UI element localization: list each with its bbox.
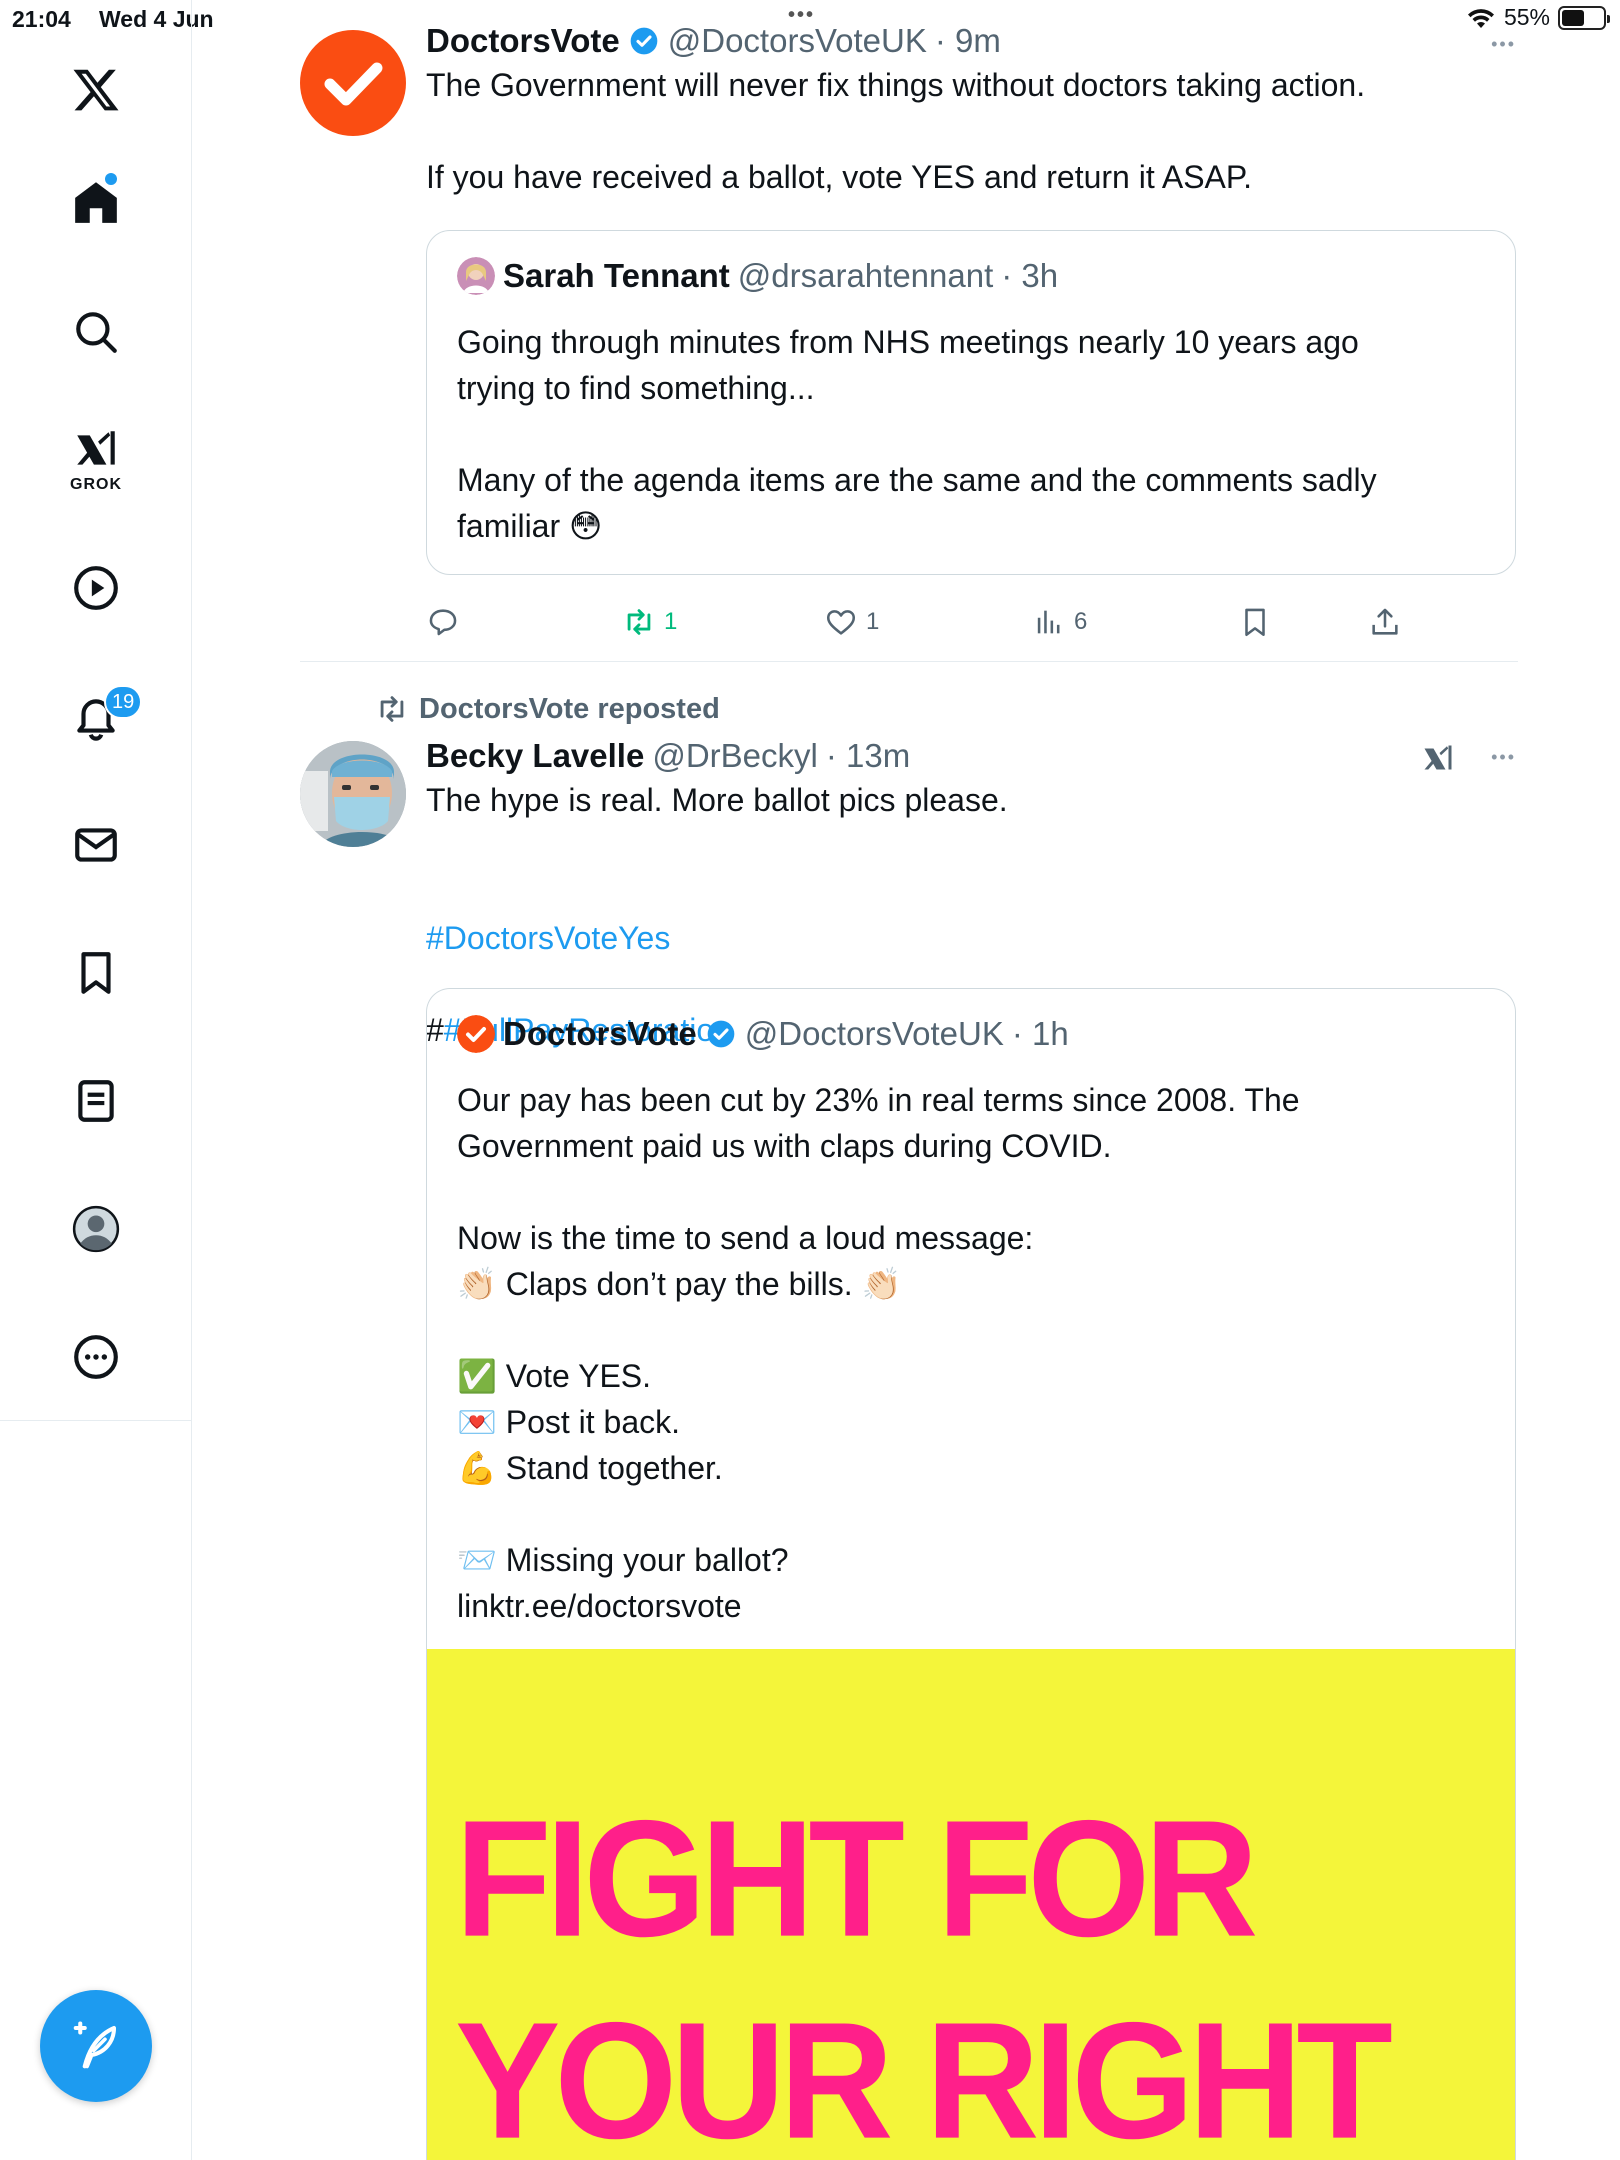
tweet-author-line: Becky Lavelle @DrBeckyl · 13m [426, 737, 1518, 775]
quote-author-handle[interactable]: @drsarahtennant [738, 257, 994, 295]
quote-text: Going through minutes from NHS meetings … [457, 324, 1377, 544]
compose-post-button[interactable] [40, 1990, 152, 2102]
like-button[interactable]: 1 [824, 605, 879, 639]
quote-text: Our pay has been cut by 23% in real term… [457, 1082, 1300, 1624]
author-handle[interactable]: @DoctorsVoteUK [668, 22, 927, 60]
repost-label: DoctorsVote reposted [419, 692, 720, 725]
notifications-badge: 19 [104, 685, 143, 719]
like-count: 1 [866, 608, 880, 635]
home-unread-dot [105, 173, 117, 185]
verified-badge-icon [707, 1020, 735, 1048]
author-handle[interactable]: @DrBeckyl [652, 737, 818, 775]
doctorsvote-avatar[interactable] [300, 30, 406, 136]
becky-lavelle-avatar[interactable] [300, 741, 406, 847]
x-logo-icon[interactable] [56, 50, 136, 130]
tweet-more-icon[interactable]: ••• [1491, 747, 1516, 768]
poster-line-1: FIGHT FOR [455, 1786, 1258, 1972]
quoted-tweet[interactable]: DoctorsVote @DoctorsVoteUK · 1h Our pay … [426, 988, 1516, 2160]
share-icon [1372, 608, 1398, 635]
hashtag-link[interactable]: #DoctorsVoteYes [426, 920, 670, 956]
quote-author-line: Sarah Tennant @drsarahtennant · 3h [457, 257, 1058, 295]
heart-icon [826, 610, 856, 635]
author-name[interactable]: DoctorsVote [426, 22, 620, 60]
quote-author-avatar[interactable] [457, 257, 495, 295]
quote-author-name[interactable]: DoctorsVote [503, 1015, 697, 1053]
repost-button[interactable]: 1 [622, 605, 677, 639]
bookmark-button[interactable] [1238, 605, 1272, 639]
quote-time[interactable]: · 1h [1012, 1015, 1069, 1053]
quote-author-handle[interactable]: @DoctorsVoteUK [745, 1015, 1004, 1053]
quoted-tweet[interactable]: Sarah Tennant @drsarahtennant · 3h Going… [426, 230, 1516, 575]
tweet-time[interactable]: · 9m [935, 22, 1001, 60]
profile-avatar-icon[interactable] [56, 1189, 136, 1269]
views-button[interactable]: 6 [1032, 605, 1087, 639]
repost-icon [627, 609, 651, 635]
quote-author-avatar[interactable] [457, 1015, 495, 1053]
battery-fill [1562, 9, 1584, 26]
sidebar: GROK 19 [0, 0, 192, 2160]
tweet-body: DoctorsVote @DoctorsVoteUK · 9m The Gove… [426, 22, 1518, 200]
tweet[interactable]: DoctorsVote @DoctorsVoteUK · 9m The Gove… [300, 20, 1518, 660]
tweet-more-icon[interactable]: ••• [1491, 34, 1516, 55]
person-in-mask-image [300, 741, 406, 847]
hashtag-line-1: #DoctorsVoteYes [426, 869, 1518, 961]
sidebar-divider [0, 1420, 192, 1421]
compose-feather-icon [73, 2021, 117, 2069]
views-chart-icon [1037, 610, 1060, 634]
tweet[interactable]: Becky Lavelle @DrBeckyl · 13m The hype i… [300, 735, 1518, 2160]
views-count: 6 [1074, 608, 1088, 635]
tweet-text: The Government will never fix things wit… [426, 67, 1366, 195]
more-options-icon[interactable] [56, 1317, 136, 1397]
quote-time[interactable]: · 3h [1001, 257, 1058, 295]
video-icon[interactable] [56, 548, 136, 628]
repost-count: 1 [664, 608, 678, 635]
author-name[interactable]: Becky Lavelle [426, 737, 644, 775]
bookmarks-icon[interactable] [56, 933, 136, 1013]
grok-explain-icon[interactable] [1420, 741, 1456, 782]
tweet-text: The hype is real. More ballot pics pleas… [426, 782, 1008, 818]
tweet-actions: 1 1 6 [426, 605, 1516, 655]
quote-image-poster[interactable]: FIGHT FOR YOUR RIGHT [427, 1649, 1515, 2160]
repost-indicator[interactable]: DoctorsVote reposted [375, 692, 720, 726]
battery-icon [1558, 5, 1610, 30]
verified-badge-icon [630, 27, 658, 55]
quote-author-line: DoctorsVote @DoctorsVoteUK · 1h [457, 1015, 1069, 1053]
poster-line-2: YOUR RIGHT [455, 1988, 1393, 2160]
checkmark-icon [324, 62, 383, 106]
tweet-divider [300, 661, 1518, 662]
repost-small-icon [380, 696, 404, 722]
quote-author-name[interactable]: Sarah Tennant [503, 257, 730, 295]
tweet-author-line: DoctorsVote @DoctorsVoteUK · 9m [426, 22, 1518, 60]
grok-label: GROK [70, 476, 122, 493]
tweet-time[interactable]: · 13m [826, 737, 910, 775]
bookmark-icon [1245, 608, 1265, 637]
search-icon[interactable] [56, 292, 136, 372]
home-icon[interactable] [56, 162, 136, 242]
messages-envelope-icon[interactable] [56, 805, 136, 885]
share-button[interactable] [1368, 605, 1402, 639]
lists-icon[interactable] [56, 1061, 136, 1141]
reply-icon [429, 609, 457, 636]
reply-button[interactable] [426, 605, 468, 639]
